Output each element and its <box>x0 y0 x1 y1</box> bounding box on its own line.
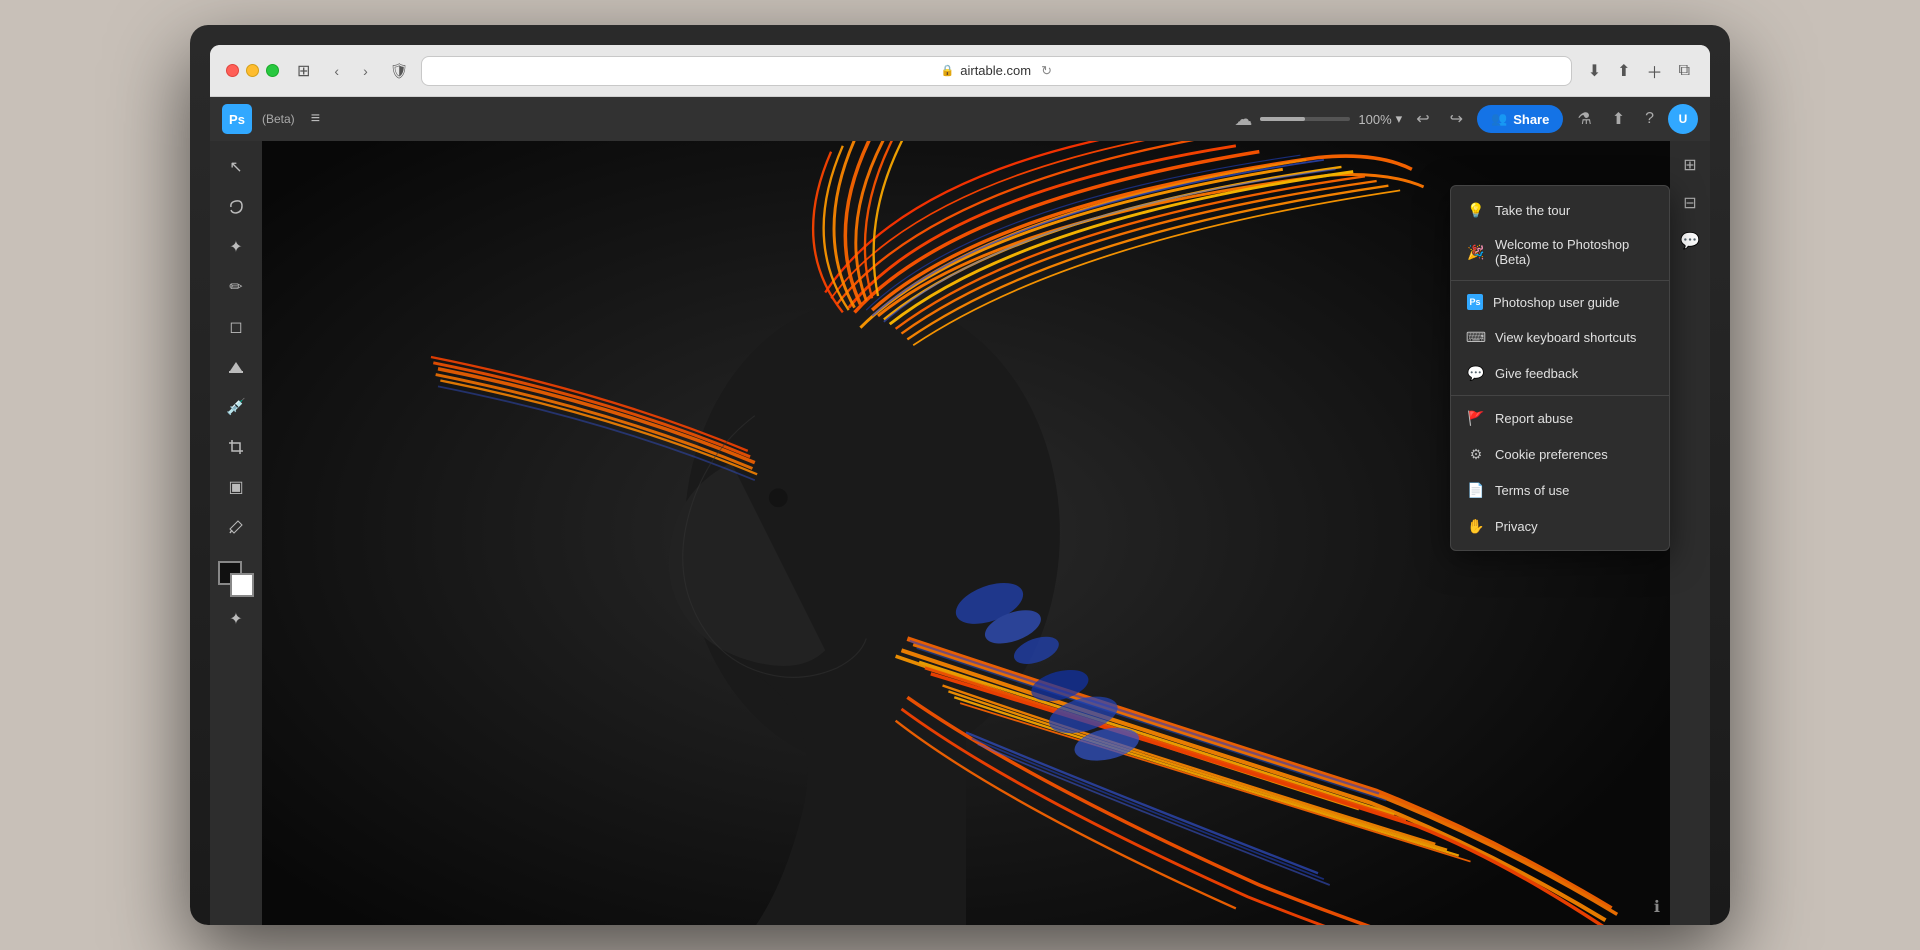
back-button[interactable]: ‹ <box>328 59 345 83</box>
shield-icon: 🛡 <box>390 62 409 80</box>
feedback-icon: 💬 <box>1467 364 1485 382</box>
tool-select[interactable]: ↖ <box>218 149 254 185</box>
forward-button[interactable]: › <box>357 59 374 83</box>
info-button[interactable]: ℹ <box>1654 897 1660 917</box>
welcome-item[interactable]: 🎉 Welcome to Photoshop (Beta) <box>1451 228 1669 276</box>
cookie-icon: ⚙ <box>1467 445 1485 463</box>
url-text: airtable.com <box>960 63 1031 78</box>
slider-fill <box>1260 117 1305 121</box>
zoom-slider <box>1260 117 1350 121</box>
user-guide-label: Photoshop user guide <box>1493 295 1619 310</box>
ps-menu-button[interactable]: ≡ <box>303 106 328 132</box>
give-feedback-item[interactable]: 💬 Give feedback <box>1451 355 1669 391</box>
ps-beta-label: (Beta) <box>262 112 295 126</box>
cloud-icon: ☁ <box>1234 109 1252 130</box>
privacy-label: Privacy <box>1495 519 1538 534</box>
maximize-button[interactable] <box>266 64 279 77</box>
browser-actions: ⬇ ⬆ ＋ ⧉ <box>1584 55 1694 87</box>
cloud-area: ☁ 100% ▾ <box>1234 109 1402 130</box>
cookie-preferences-label: Cookie preferences <box>1495 447 1608 462</box>
color-swatches[interactable] <box>218 561 254 597</box>
browser-window: ⊞ ‹ › 🛡 🔒 airtable.com ↻ ⬇ ⬆ ＋ ⧉ Ps (Bet… <box>210 45 1710 925</box>
ps-logo: Ps <box>222 104 252 134</box>
keyboard-shortcuts-label: View keyboard shortcuts <box>1495 330 1636 345</box>
comments-panel-button[interactable]: 💬 <box>1674 225 1706 257</box>
ps-toolbar: ↖ ✦ ✏ ◻ 💉 <box>210 141 262 925</box>
zoom-chevron-icon: ▾ <box>1396 111 1403 127</box>
minimize-button[interactable] <box>246 64 259 77</box>
welcome-icon: 🎉 <box>1467 243 1485 261</box>
ps-right-panel: ⊞ ⊟ 💬 <box>1670 141 1710 925</box>
slider-track <box>1260 117 1350 121</box>
tool-eyedropper[interactable] <box>218 509 254 545</box>
flag-icon: 🚩 <box>1467 409 1485 427</box>
help-icon-button[interactable]: ? <box>1639 106 1660 132</box>
keyboard-shortcuts-item[interactable]: ⌨ View keyboard shortcuts <box>1451 319 1669 355</box>
separator-1 <box>1451 280 1669 281</box>
traffic-lights <box>226 64 279 77</box>
tool-crop[interactable] <box>218 429 254 465</box>
keyboard-icon: ⌨ <box>1467 328 1485 346</box>
adjustments-panel-button[interactable]: ⊟ <box>1674 187 1706 219</box>
share-browser-button[interactable]: ⬆ <box>1613 57 1634 85</box>
photoshop-app: Ps (Beta) ≡ ☁ 100% ▾ <box>210 97 1710 925</box>
privacy-item[interactable]: ✋ Privacy <box>1451 508 1669 544</box>
tool-image[interactable]: ▣ <box>218 469 254 505</box>
user-guide-item[interactable]: Ps Photoshop user guide <box>1451 285 1669 319</box>
help-dropdown: 💡 Take the tour 🎉 Welcome to Photoshop (… <box>1450 185 1670 551</box>
reload-icon: ↻ <box>1041 63 1052 79</box>
share-people-icon: 👥 <box>1491 111 1507 127</box>
tool-eraser[interactable]: ◻ <box>218 309 254 345</box>
welcome-label: Welcome to Photoshop (Beta) <box>1495 237 1653 267</box>
tour-icon: 💡 <box>1467 201 1485 219</box>
report-abuse-label: Report abuse <box>1495 411 1573 426</box>
undo-button[interactable]: ↩ <box>1410 105 1435 133</box>
terms-of-use-item[interactable]: 📄 Terms of use <box>1451 472 1669 508</box>
terms-of-use-label: Terms of use <box>1495 483 1569 498</box>
cookie-preferences-item[interactable]: ⚙ Cookie preferences <box>1451 436 1669 472</box>
tool-healing[interactable]: ✦ <box>218 229 254 265</box>
layers-panel-button[interactable]: ⊞ <box>1674 149 1706 181</box>
zoom-value: 100% <box>1358 112 1391 127</box>
tool-eyedropper2[interactable]: 💉 <box>218 389 254 425</box>
zoom-dropdown[interactable]: 100% ▾ <box>1358 111 1402 127</box>
laptop-frame: ⊞ ‹ › 🛡 🔒 airtable.com ↻ ⬇ ⬆ ＋ ⧉ Ps (Bet… <box>190 25 1730 925</box>
report-abuse-item[interactable]: 🚩 Report abuse <box>1451 400 1669 436</box>
separator-2 <box>1451 395 1669 396</box>
tool-extra[interactable]: ✦ <box>218 601 254 637</box>
background-color[interactable] <box>230 573 254 597</box>
ps-topbar-right: ↩ ↪ 👥 Share ⚗ ⬆ ? U <box>1410 104 1698 134</box>
tabs-button[interactable]: ⧉ <box>1675 58 1694 84</box>
lock-icon: 🔒 <box>941 64 955 77</box>
take-tour-item[interactable]: 💡 Take the tour <box>1451 192 1669 228</box>
tool-fill[interactable] <box>218 349 254 385</box>
user-avatar[interactable]: U <box>1668 104 1698 134</box>
ps-topbar: Ps (Beta) ≡ ☁ 100% ▾ <box>210 97 1710 141</box>
address-bar[interactable]: 🔒 airtable.com ↻ <box>421 56 1572 86</box>
take-tour-label: Take the tour <box>1495 203 1570 218</box>
export-icon-button[interactable]: ⬆ <box>1606 105 1631 133</box>
document-icon: 📄 <box>1467 481 1485 499</box>
close-button[interactable] <box>226 64 239 77</box>
redo-button[interactable]: ↪ <box>1444 105 1469 133</box>
browser-chrome: ⊞ ‹ › 🛡 🔒 airtable.com ↻ ⬇ ⬆ ＋ ⧉ <box>210 45 1710 97</box>
share-button[interactable]: 👥 Share <box>1477 105 1563 133</box>
tool-lasso[interactable] <box>218 189 254 225</box>
sidebar-button[interactable]: ⊞ <box>291 57 316 85</box>
ps-content: ↖ ✦ ✏ ◻ 💉 <box>210 141 1710 925</box>
give-feedback-label: Give feedback <box>1495 366 1578 381</box>
hand-icon: ✋ <box>1467 517 1485 535</box>
share-label: Share <box>1513 112 1549 127</box>
flask-icon-button[interactable]: ⚗ <box>1571 105 1597 133</box>
ps-guide-icon: Ps <box>1467 294 1483 310</box>
new-tab-button[interactable]: ＋ <box>1643 55 1667 87</box>
tool-brush[interactable]: ✏ <box>218 269 254 305</box>
downloads-button[interactable]: ⬇ <box>1584 57 1605 85</box>
